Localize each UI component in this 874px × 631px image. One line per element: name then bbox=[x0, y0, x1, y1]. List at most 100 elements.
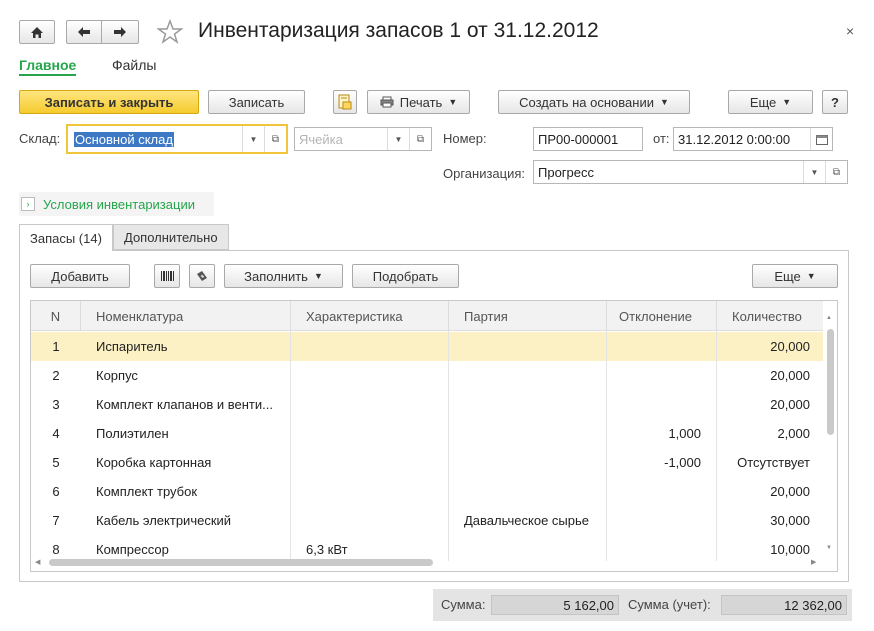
warehouse-label: Склад: bbox=[19, 131, 61, 146]
add-label: Добавить bbox=[51, 268, 109, 284]
column-header-batch[interactable]: Партия bbox=[449, 301, 607, 331]
cell-field[interactable]: Ячейка ▼ ⧉ bbox=[294, 127, 432, 151]
column-header-label: Отклонение bbox=[619, 308, 692, 324]
table-more-label: Еще bbox=[774, 268, 801, 284]
table-row[interactable]: 1 Испаритель 20,000 bbox=[31, 332, 823, 361]
stock-table[interactable]: N Номенклатура Характеристика Партия Отк… bbox=[30, 300, 838, 572]
more-button[interactable]: Еще ▼ bbox=[728, 90, 813, 114]
table-row[interactable]: 4 Полиэтилен 1,000 2,000 bbox=[31, 419, 823, 448]
cell-n: 3 bbox=[52, 397, 60, 412]
cell-quantity: Отсутствует bbox=[737, 455, 810, 470]
chevron-down-icon[interactable]: ▼ bbox=[387, 128, 409, 150]
column-header-label: Количество bbox=[732, 308, 802, 324]
pick-button[interactable]: Подобрать bbox=[352, 264, 459, 288]
scanner-button[interactable] bbox=[189, 264, 215, 288]
vertical-scrollbar[interactable]: ▲ ▼ bbox=[824, 315, 837, 557]
create-based-button[interactable]: Создать на основании ▼ bbox=[498, 90, 690, 114]
scroll-down-icon[interactable]: ▼ bbox=[826, 545, 832, 551]
nav-files[interactable]: Файлы bbox=[112, 57, 156, 73]
tab-stock[interactable]: Запасы (14) bbox=[19, 224, 113, 251]
number-field[interactable]: ПР00-000001 bbox=[533, 127, 643, 151]
nav-main[interactable]: Главное bbox=[19, 57, 77, 76]
cell-nomenclature: Испаритель bbox=[96, 339, 168, 354]
cell-batch: Давальческое сырье bbox=[464, 513, 589, 528]
org-value: Прогресс bbox=[538, 164, 595, 180]
cell-placeholder: Ячейка bbox=[299, 131, 343, 147]
date-value: 31.12.2012 0:00:00 bbox=[678, 131, 791, 147]
table-more-button[interactable]: Еще ▼ bbox=[752, 264, 838, 288]
home-icon bbox=[31, 26, 43, 38]
chevron-down-icon: ▼ bbox=[313, 271, 323, 281]
scroll-left-icon[interactable]: ◀ bbox=[35, 558, 40, 566]
fill-button[interactable]: Заполнить ▼ bbox=[224, 264, 343, 288]
arrow-right-icon bbox=[114, 27, 126, 37]
table-row[interactable]: 5 Коробка картонная -1,000 Отсутствует bbox=[31, 448, 823, 477]
save-close-button[interactable]: Записать и закрыть bbox=[19, 90, 199, 114]
attach-report-button[interactable] bbox=[333, 90, 357, 114]
sum-value: 5 162,00 bbox=[563, 597, 614, 613]
home-button[interactable] bbox=[19, 20, 55, 44]
document-report-icon bbox=[338, 94, 352, 110]
back-button[interactable] bbox=[66, 20, 101, 44]
column-divider bbox=[716, 331, 717, 561]
column-header-label: Партия bbox=[464, 308, 508, 324]
barcode-button[interactable] bbox=[154, 264, 180, 288]
column-header-n[interactable]: N bbox=[31, 301, 81, 331]
cell-batch bbox=[464, 361, 604, 390]
column-header-label: Номенклатура bbox=[96, 308, 184, 324]
table-row[interactable]: 2 Корпус 20,000 bbox=[31, 361, 823, 390]
cell-n: 7 bbox=[52, 513, 60, 528]
column-header-quantity[interactable]: Количество bbox=[717, 301, 823, 331]
cell-quantity: 20,000 bbox=[770, 397, 810, 412]
favorite-star-icon[interactable] bbox=[156, 18, 184, 47]
scrollbar-thumb[interactable] bbox=[827, 329, 834, 435]
cell-quantity: 10,000 bbox=[770, 542, 810, 557]
warehouse-field[interactable]: Основной склад ▼ ⧉ bbox=[66, 124, 288, 154]
chevron-down-icon: ▼ bbox=[448, 97, 458, 107]
cell-quantity: 20,000 bbox=[770, 339, 810, 354]
forward-button[interactable] bbox=[101, 20, 139, 44]
cell-deviation bbox=[607, 506, 701, 535]
open-icon[interactable]: ⧉ bbox=[825, 161, 847, 183]
cell-quantity: 20,000 bbox=[770, 484, 810, 499]
column-header-deviation[interactable]: Отклонение bbox=[607, 301, 717, 331]
fill-label: Заполнить bbox=[244, 268, 308, 284]
org-field[interactable]: Прогресс ▼ ⧉ bbox=[533, 160, 848, 184]
arrow-left-icon bbox=[78, 27, 90, 37]
cell-batch bbox=[464, 390, 604, 419]
conditions-toggle[interactable]: › Условия инвентаризации bbox=[19, 192, 214, 216]
cell-batch bbox=[464, 477, 604, 506]
cell-batch bbox=[464, 332, 604, 361]
table-row[interactable]: 3 Комплект клапанов и венти... 20,000 bbox=[31, 390, 823, 419]
column-header-characteristic[interactable]: Характеристика bbox=[291, 301, 449, 331]
cell-deviation bbox=[607, 535, 701, 564]
print-button[interactable]: Печать ▼ bbox=[367, 90, 470, 114]
cell-nomenclature: Полиэтилен bbox=[96, 426, 169, 441]
cell-characteristic bbox=[306, 361, 446, 390]
open-icon[interactable]: ⧉ bbox=[264, 126, 286, 152]
save-button[interactable]: Записать bbox=[208, 90, 305, 114]
chevron-down-icon[interactable]: ▼ bbox=[242, 126, 264, 152]
close-icon[interactable]: × bbox=[846, 23, 854, 39]
cell-characteristic bbox=[306, 477, 446, 506]
help-button[interactable]: ? bbox=[822, 90, 848, 114]
cell-deviation bbox=[607, 361, 701, 390]
cell-quantity: 30,000 bbox=[770, 513, 810, 528]
column-header-label: Характеристика bbox=[306, 308, 403, 324]
scroll-up-icon[interactable]: ▲ bbox=[826, 315, 832, 321]
scroll-right-icon[interactable]: ▶ bbox=[811, 558, 816, 566]
chevron-down-icon[interactable]: ▼ bbox=[803, 161, 825, 183]
tab-extra[interactable]: Дополнительно bbox=[113, 224, 229, 250]
scanner-icon bbox=[197, 271, 207, 281]
add-button[interactable]: Добавить bbox=[30, 264, 130, 288]
column-header-nomenclature[interactable]: Номенклатура bbox=[81, 301, 291, 331]
horizontal-scrollbar-thumb[interactable] bbox=[49, 559, 433, 566]
table-row[interactable]: 6 Комплект трубок 20,000 bbox=[31, 477, 823, 506]
date-field[interactable]: 31.12.2012 0:00:00 bbox=[673, 127, 833, 151]
barcode-icon bbox=[161, 271, 174, 281]
table-row[interactable]: 7 Кабель электрический Давальческое сырь… bbox=[31, 506, 823, 535]
open-icon[interactable]: ⧉ bbox=[409, 128, 431, 150]
chevron-down-icon: ▼ bbox=[659, 97, 669, 107]
cell-deviation: 1,000 bbox=[668, 426, 701, 441]
calendar-icon[interactable] bbox=[810, 128, 832, 150]
